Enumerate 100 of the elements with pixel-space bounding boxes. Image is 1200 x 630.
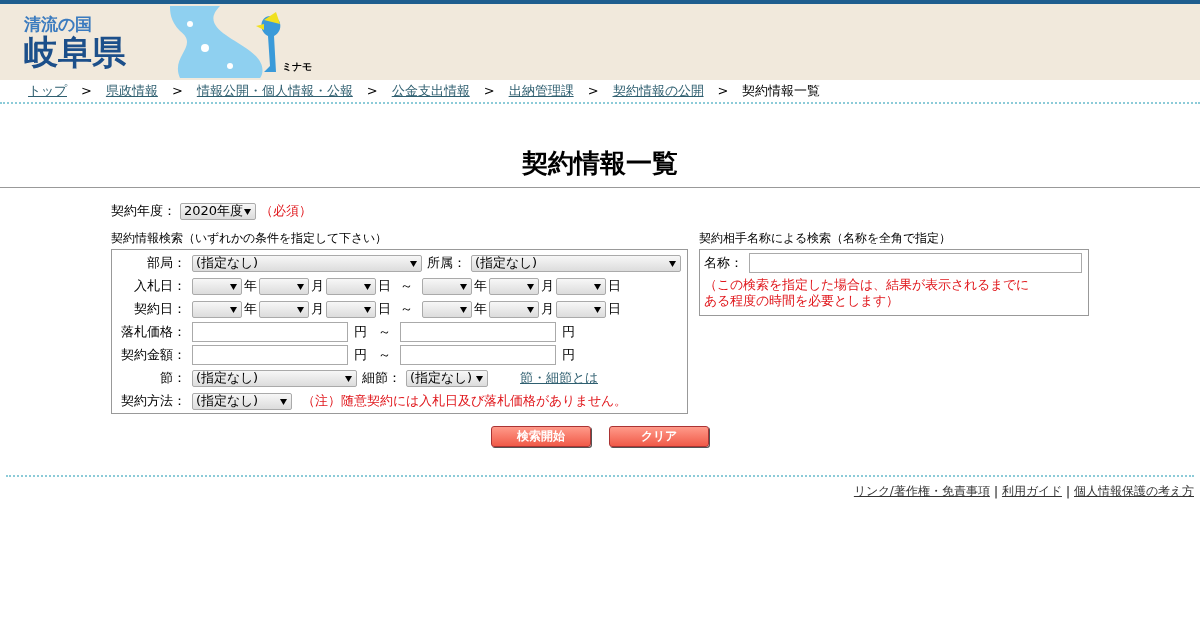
breadcrumb-separator: > — [483, 83, 495, 98]
date-unit: 年 — [244, 277, 257, 296]
field-label: 落札価格： — [120, 323, 186, 342]
date-unit: 日 — [608, 300, 621, 319]
caret-icon — [244, 208, 251, 215]
logo-tagline: 清流の国 — [24, 15, 92, 33]
field-label: 契約金額： — [120, 346, 186, 365]
page-title: 契約情報一覧 — [0, 148, 1200, 189]
date-dropdown[interactable] — [489, 300, 539, 318]
currency-unit: 円 — [562, 323, 575, 342]
date-dropdown[interactable] — [556, 277, 606, 295]
search-note-line: ある程度の時間を必要とします） — [704, 293, 900, 310]
caret-icon — [410, 260, 417, 267]
date-unit: 月 — [311, 300, 324, 319]
date-unit: 日 — [378, 300, 391, 319]
caret-icon — [297, 283, 304, 290]
dropdown[interactable]: (指定なし) — [471, 254, 681, 272]
name-input[interactable] — [749, 253, 1082, 274]
breadcrumb-link[interactable]: 県政情報 — [105, 81, 158, 100]
field-label: 所属： — [427, 254, 466, 273]
breadcrumb-link[interactable]: 公金支出情報 — [391, 81, 470, 100]
required-note: （必須） — [260, 202, 312, 221]
breadcrumb-link[interactable]: 情報公開・個人情報・公報 — [196, 81, 353, 100]
caret-icon — [460, 306, 467, 313]
date-dropdown[interactable] — [489, 277, 539, 295]
date-dropdown[interactable] — [422, 300, 472, 318]
breadcrumb-separator: > — [587, 83, 599, 98]
date-unit: 月 — [541, 277, 554, 296]
breadcrumb-separator: > — [717, 83, 729, 98]
mascot-label: ミナモ — [282, 60, 312, 74]
date-dropdown[interactable] — [192, 277, 242, 295]
breadcrumb-separator: > — [81, 83, 92, 98]
date-dropdown[interactable] — [259, 300, 309, 318]
caret-icon — [460, 283, 467, 290]
breadcrumb-link[interactable]: 契約情報の公開 — [612, 81, 704, 100]
dropdown[interactable]: (指定なし) — [406, 369, 488, 387]
date-unit: 月 — [541, 300, 554, 319]
breadcrumb-link[interactable]: トップ — [28, 81, 67, 100]
caret-icon — [594, 306, 601, 313]
field-label: 契約日： — [133, 300, 186, 319]
section-legend: 契約情報検索（いずれかの条件を指定して下さい） — [111, 230, 688, 248]
breadcrumb-current: 契約情報一覧 — [742, 81, 821, 100]
footer-separator: | — [1065, 484, 1070, 499]
search-note-line: （この検索を指定した場合は、結果が表示されるまでに — [704, 277, 1030, 294]
caret-icon — [527, 283, 534, 290]
range-separator: ～ — [400, 300, 413, 319]
amount-input[interactable] — [192, 345, 348, 366]
footer-separator: | — [993, 484, 998, 499]
range-separator: ～ — [378, 323, 391, 342]
date-dropdown[interactable] — [326, 277, 376, 295]
field-label: 名称： — [704, 254, 743, 273]
footer-link[interactable]: リンク/著作権・免責事項 — [853, 483, 990, 501]
date-dropdown[interactable] — [556, 300, 606, 318]
footer-link[interactable]: 利用ガイド — [1001, 483, 1062, 501]
footer-link[interactable]: 個人情報保護の考え方 — [1074, 483, 1194, 501]
currency-unit: 円 — [354, 323, 367, 342]
amount-input[interactable] — [192, 322, 348, 343]
caret-icon — [527, 306, 534, 313]
range-separator: ～ — [400, 277, 413, 296]
date-dropdown[interactable] — [422, 277, 472, 295]
currency-unit: 円 — [562, 346, 575, 365]
date-dropdown[interactable] — [259, 277, 309, 295]
date-unit: 年 — [244, 300, 257, 319]
caret-icon — [364, 306, 371, 313]
caret-icon — [345, 375, 352, 382]
amount-input[interactable] — [400, 345, 556, 366]
date-dropdown[interactable] — [192, 300, 242, 318]
caret-icon — [669, 260, 676, 267]
date-dropdown[interactable] — [326, 300, 376, 318]
dropdown[interactable]: (指定なし) — [192, 254, 422, 272]
section-legend: 契約相手名称による検索（名称を全角で指定） — [699, 230, 1089, 248]
caret-icon — [230, 306, 237, 313]
method-note: （注）随意契約には入札日及び落札価格がありません。 — [302, 392, 627, 411]
currency-unit: 円 — [354, 346, 367, 365]
breadcrumb-separator: > — [366, 83, 378, 98]
breadcrumb-separator: > — [171, 83, 183, 98]
date-unit: 年 — [474, 300, 487, 319]
caret-icon — [476, 375, 483, 382]
field-label: 契約年度： — [111, 202, 176, 221]
range-separator: ～ — [378, 346, 391, 365]
help-link[interactable]: 節・細節とは — [520, 369, 598, 388]
breadcrumb-link[interactable]: 出納管理課 — [508, 81, 574, 100]
year-dropdown[interactable]: 2020年度 — [180, 202, 256, 220]
field-label: 細節： — [362, 369, 401, 388]
caret-icon — [230, 283, 237, 290]
field-label: 節： — [159, 369, 186, 388]
field-label: 入札日： — [133, 277, 186, 296]
date-unit: 月 — [311, 277, 324, 296]
amount-input[interactable] — [400, 322, 556, 343]
caret-icon — [297, 306, 304, 313]
dropdown[interactable]: (指定なし) — [192, 392, 292, 410]
date-unit: 年 — [474, 277, 487, 296]
date-unit: 日 — [608, 277, 621, 296]
logo-text: 岐阜県 — [24, 34, 126, 69]
caret-icon — [364, 283, 371, 290]
caret-icon — [280, 398, 287, 405]
field-label: 部局： — [146, 254, 186, 273]
field-label: 契約方法： — [120, 392, 186, 411]
caret-icon — [594, 283, 601, 290]
dropdown[interactable]: (指定なし) — [192, 369, 357, 387]
